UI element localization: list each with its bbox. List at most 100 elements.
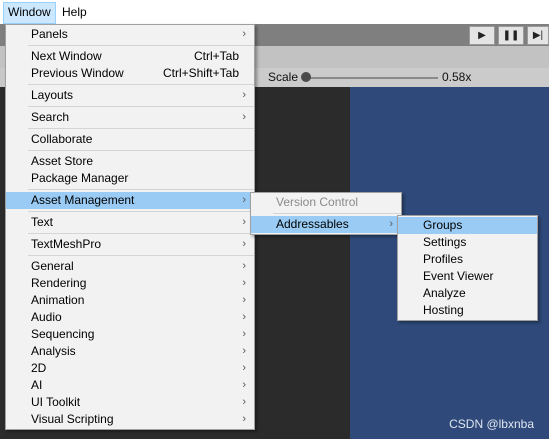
menu-item-asset-management[interactable]: Asset Management › — [6, 192, 254, 209]
menu-item-panels[interactable]: Panels › — [6, 26, 254, 43]
chevron-right-icon: › — [242, 396, 246, 408]
menu-item-label: AI — [31, 378, 43, 392]
menu-item-label: Profiles — [423, 252, 464, 266]
menu-item-label: Asset Management — [31, 193, 135, 207]
asset-management-submenu: Version Control Addressables › — [250, 192, 402, 235]
chevron-right-icon: › — [242, 111, 246, 123]
step-icon: ▶| — [532, 30, 544, 41]
menu-item-package-manager[interactable]: Package Manager — [6, 170, 254, 187]
menu-item-label: Version Control — [276, 195, 359, 209]
window-menu: Panels › Next Window Ctrl+Tab Previous Win… — [5, 24, 255, 430]
menu-item-label: Package Manager — [31, 171, 129, 185]
menu-item-label: UI Toolkit — [31, 395, 81, 409]
menu-item-settings[interactable]: Settings — [398, 234, 537, 251]
menu-item-analyze[interactable]: Analyze — [398, 285, 537, 302]
chevron-right-icon: › — [242, 379, 246, 391]
menu-item-previous-window[interactable]: Previous Window Ctrl+Shift+Tab — [6, 65, 254, 82]
shortcut-label: Ctrl+Shift+Tab — [162, 66, 239, 80]
menu-divider — [28, 128, 254, 129]
chevron-right-icon: › — [242, 362, 246, 374]
menu-item-search[interactable]: Search › — [6, 109, 254, 126]
menu-item-profiles[interactable]: Profiles — [398, 251, 537, 268]
menu-item-label: Addressables — [276, 217, 349, 231]
menu-item-label: Text — [31, 215, 54, 229]
chevron-right-icon: › — [242, 89, 246, 101]
step-button[interactable]: ▶| — [527, 26, 549, 45]
menu-item-text[interactable]: Text › — [6, 214, 254, 231]
menubar-window[interactable]: Window — [3, 2, 56, 24]
menu-item-general[interactable]: General › — [6, 258, 254, 275]
menu-item-event-viewer[interactable]: Event Viewer — [398, 268, 537, 285]
menu-divider — [28, 106, 254, 107]
menu-item-version-control: Version Control — [251, 194, 401, 211]
chevron-right-icon: › — [242, 311, 246, 323]
scale-value: 0.58x — [442, 70, 472, 84]
menu-item-next-window[interactable]: Next Window Ctrl+Tab — [6, 48, 254, 65]
menu-item-label: Event Viewer — [423, 269, 494, 283]
menu-item-label: Next Window — [31, 49, 102, 63]
menu-divider — [28, 150, 254, 151]
play-icon: ▶ — [478, 30, 486, 41]
chevron-right-icon: › — [242, 345, 246, 357]
chevron-right-icon: › — [242, 216, 246, 228]
menu-item-label: Asset Store — [31, 154, 94, 168]
menu-item-label: Audio — [31, 310, 62, 324]
menu-item-label: Animation — [31, 293, 85, 307]
menu-item-label: Settings — [423, 235, 467, 249]
menu-item-label: Rendering — [31, 276, 87, 290]
menu-item-layouts[interactable]: Layouts › — [6, 87, 254, 104]
chevron-right-icon: › — [242, 260, 246, 272]
addressables-submenu: Groups Settings Profiles Event Viewer An… — [397, 215, 538, 321]
menu-item-audio[interactable]: Audio › — [6, 309, 254, 326]
chevron-right-icon: › — [242, 28, 246, 40]
menu-item-sequencing[interactable]: Sequencing › — [6, 326, 254, 343]
chevron-right-icon: › — [242, 328, 246, 340]
menu-item-collaborate[interactable]: Collaborate — [6, 131, 254, 148]
chevron-right-icon: › — [242, 294, 246, 306]
menu-divider — [28, 45, 254, 46]
menu-item-label: Analysis — [31, 344, 76, 358]
pause-icon: ❚❚ — [502, 30, 520, 41]
scale-slider-track[interactable] — [308, 77, 438, 79]
menu-divider — [28, 255, 254, 256]
menu-item-2d[interactable]: 2D › — [6, 360, 254, 377]
menubar-help[interactable]: Help — [58, 2, 91, 22]
menu-item-label: Layouts — [31, 88, 74, 102]
menu-item-label: Previous Window — [31, 66, 124, 80]
menubar: Window Help — [0, 0, 549, 25]
menu-item-analysis[interactable]: Analysis › — [6, 343, 254, 360]
menu-item-addressables[interactable]: Addressables › — [251, 216, 401, 233]
menu-divider — [273, 213, 401, 214]
chevron-right-icon: › — [242, 238, 246, 250]
menu-item-textmeshpro[interactable]: TextMeshPro › — [6, 236, 254, 253]
scale-slider-thumb[interactable] — [301, 72, 311, 82]
menu-divider — [28, 211, 254, 212]
shortcut-label: Ctrl+Tab — [193, 49, 239, 63]
menu-item-asset-store[interactable]: Asset Store — [6, 153, 254, 170]
chevron-right-icon: › — [242, 194, 246, 206]
menu-item-label: General — [31, 259, 74, 273]
chevron-right-icon: › — [242, 413, 246, 425]
scene-toolbar: Scale 0.58x — [255, 68, 549, 88]
chevron-right-icon: › — [242, 277, 246, 289]
menu-item-hosting[interactable]: Hosting — [398, 302, 537, 319]
scale-label: Scale — [268, 70, 299, 84]
watermark: CSDN @lbxnba — [449, 417, 534, 431]
menu-item-animation[interactable]: Animation › — [6, 292, 254, 309]
chevron-right-icon: › — [389, 218, 393, 230]
menu-item-visual-scripting[interactable]: Visual Scripting › — [6, 411, 254, 428]
pause-button[interactable]: ❚❚ — [498, 26, 524, 45]
menu-divider — [28, 189, 254, 190]
menu-item-label: Visual Scripting — [31, 412, 114, 426]
menu-item-label: Hosting — [423, 303, 464, 317]
menu-item-rendering[interactable]: Rendering › — [6, 275, 254, 292]
menu-divider — [28, 233, 254, 234]
menu-item-label: Collaborate — [31, 132, 93, 146]
menu-item-ui-toolkit[interactable]: UI Toolkit › — [6, 394, 254, 411]
menu-item-label: Groups — [423, 218, 463, 232]
menu-item-label: Panels — [31, 27, 68, 41]
menu-item-label: TextMeshPro — [31, 237, 102, 251]
play-button[interactable]: ▶ — [469, 26, 495, 45]
menu-item-ai[interactable]: AI › — [6, 377, 254, 394]
menu-item-groups[interactable]: Groups — [398, 217, 537, 234]
